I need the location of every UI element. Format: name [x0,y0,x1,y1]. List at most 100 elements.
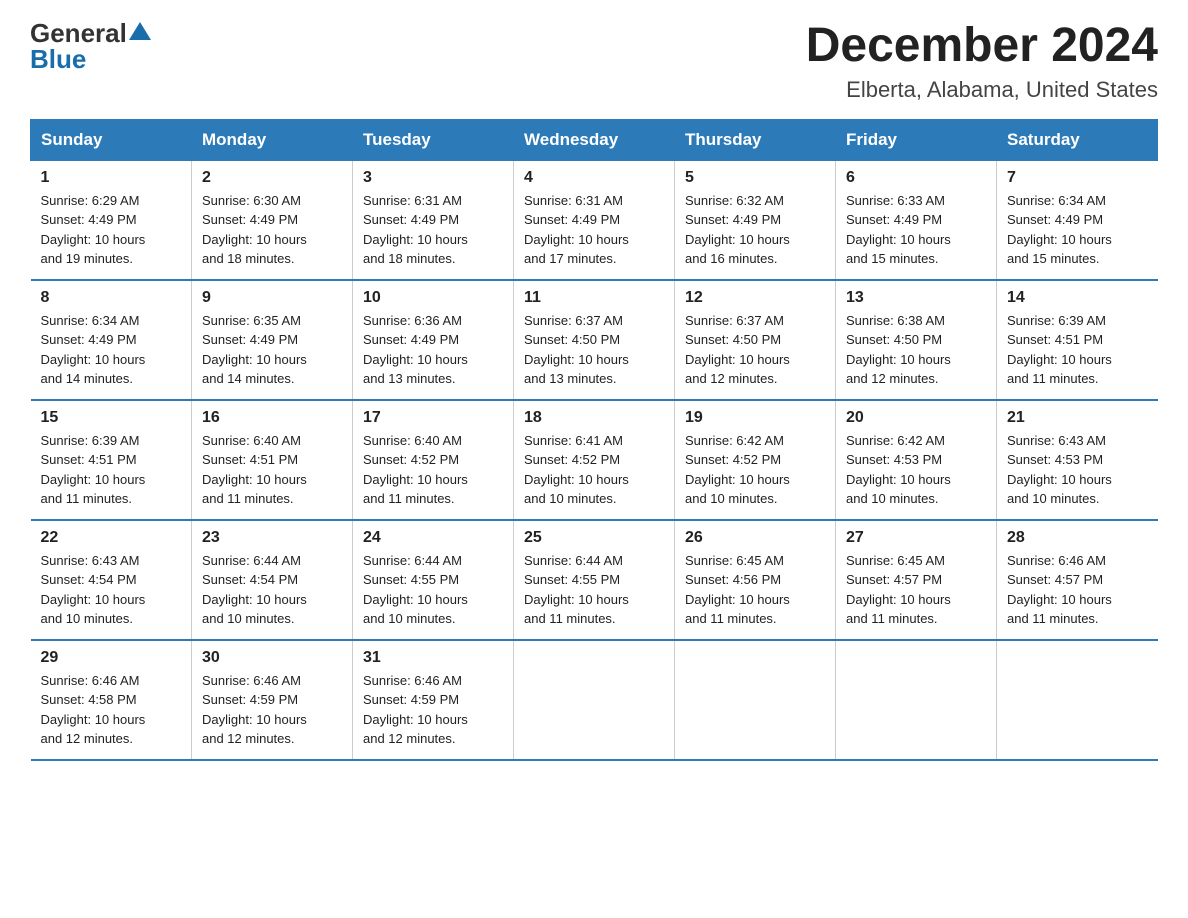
day-cell: 1Sunrise: 6:29 AMSunset: 4:49 PMDaylight… [31,160,192,280]
col-friday: Friday [836,119,997,160]
day-number: 4 [524,169,664,187]
day-cell: 30Sunrise: 6:46 AMSunset: 4:59 PMDayligh… [192,640,353,760]
calendar-body: 1Sunrise: 6:29 AMSunset: 4:49 PMDaylight… [31,160,1158,760]
day-info: Sunrise: 6:44 AMSunset: 4:55 PMDaylight:… [524,551,664,629]
day-cell: 2Sunrise: 6:30 AMSunset: 4:49 PMDaylight… [192,160,353,280]
day-info: Sunrise: 6:37 AMSunset: 4:50 PMDaylight:… [524,311,664,389]
day-info: Sunrise: 6:46 AMSunset: 4:57 PMDaylight:… [1007,551,1148,629]
calendar-header: Sunday Monday Tuesday Wednesday Thursday… [31,119,1158,160]
day-cell: 10 Sunrise: 6:36 AMSunset: 4:49 PMDayligh… [353,280,514,400]
col-thursday: Thursday [675,119,836,160]
day-cell: 8 Sunrise: 6:34 AMSunset: 4:49 PMDaylight… [31,280,192,400]
day-number: 14 [1007,289,1148,307]
day-cell: 16Sunrise: 6:40 AMSunset: 4:51 PMDayligh… [192,400,353,520]
day-number: 25 [524,529,664,547]
day-info: Sunrise: 6:44 AMSunset: 4:54 PMDaylight:… [202,551,342,629]
day-number: 10 [363,289,503,307]
day-number: 9 [202,289,342,307]
day-cell: 27 Sunrise: 6:45 AMSunset: 4:57 PMDayligh… [836,520,997,640]
day-number: 24 [363,529,503,547]
day-cell [675,640,836,760]
day-number: 19 [685,409,825,427]
day-info: Sunrise: 6:43 AMSunset: 4:54 PMDaylight:… [41,551,182,629]
day-cell: 23Sunrise: 6:44 AMSunset: 4:54 PMDayligh… [192,520,353,640]
page-header: General Blue December 2024 Elberta, Alab… [30,20,1158,103]
day-number: 20 [846,409,986,427]
day-number: 7 [1007,169,1148,187]
day-number: 22 [41,529,182,547]
day-info: Sunrise: 6:38 AMSunset: 4:50 PMDaylight:… [846,311,986,389]
day-number: 21 [1007,409,1148,427]
day-cell: 29Sunrise: 6:46 AMSunset: 4:58 PMDayligh… [31,640,192,760]
col-wednesday: Wednesday [514,119,675,160]
title-block: December 2024 Elberta, Alabama, United S… [806,20,1158,103]
day-number: 5 [685,169,825,187]
day-info: Sunrise: 6:29 AMSunset: 4:49 PMDaylight:… [41,191,182,269]
week-row-4: 22 Sunrise: 6:43 AMSunset: 4:54 PMDayligh… [31,520,1158,640]
day-cell: 15 Sunrise: 6:39 AMSunset: 4:51 PMDayligh… [31,400,192,520]
day-cell: 20 Sunrise: 6:42 AMSunset: 4:53 PMDayligh… [836,400,997,520]
day-cell: 17 Sunrise: 6:40 AMSunset: 4:52 PMDayligh… [353,400,514,520]
day-number: 13 [846,289,986,307]
day-cell: 9 Sunrise: 6:35 AMSunset: 4:49 PMDaylight… [192,280,353,400]
day-cell: 26Sunrise: 6:45 AMSunset: 4:56 PMDayligh… [675,520,836,640]
day-cell: 14 Sunrise: 6:39 AMSunset: 4:51 PMDayligh… [997,280,1158,400]
day-info: Sunrise: 6:40 AMSunset: 4:51 PMDaylight:… [202,431,342,509]
day-info: Sunrise: 6:42 AMSunset: 4:53 PMDaylight:… [846,431,986,509]
day-number: 31 [363,649,503,667]
week-row-3: 15 Sunrise: 6:39 AMSunset: 4:51 PMDayligh… [31,400,1158,520]
week-row-2: 8 Sunrise: 6:34 AMSunset: 4:49 PMDaylight… [31,280,1158,400]
day-number: 3 [363,169,503,187]
day-cell: 5 Sunrise: 6:32 AMSunset: 4:49 PMDaylight… [675,160,836,280]
day-info: Sunrise: 6:46 AMSunset: 4:58 PMDaylight:… [41,671,182,749]
day-cell: 7 Sunrise: 6:34 AMSunset: 4:49 PMDaylight… [997,160,1158,280]
day-number: 15 [41,409,182,427]
day-info: Sunrise: 6:40 AMSunset: 4:52 PMDaylight:… [363,431,503,509]
day-cell [836,640,997,760]
logo-triangle-icon [129,22,151,45]
day-cell: 13 Sunrise: 6:38 AMSunset: 4:50 PMDayligh… [836,280,997,400]
day-info: Sunrise: 6:35 AMSunset: 4:49 PMDaylight:… [202,311,342,389]
day-number: 8 [41,289,182,307]
day-number: 27 [846,529,986,547]
day-info: Sunrise: 6:46 AMSunset: 4:59 PMDaylight:… [202,671,342,749]
day-cell: 22 Sunrise: 6:43 AMSunset: 4:54 PMDayligh… [31,520,192,640]
day-info: Sunrise: 6:31 AMSunset: 4:49 PMDaylight:… [524,191,664,269]
day-info: Sunrise: 6:32 AMSunset: 4:49 PMDaylight:… [685,191,825,269]
day-info: Sunrise: 6:45 AMSunset: 4:56 PMDaylight:… [685,551,825,629]
col-saturday: Saturday [997,119,1158,160]
day-cell: 4 Sunrise: 6:31 AMSunset: 4:49 PMDaylight… [514,160,675,280]
calendar-title: December 2024 [806,20,1158,73]
day-info: Sunrise: 6:45 AMSunset: 4:57 PMDaylight:… [846,551,986,629]
day-info: Sunrise: 6:36 AMSunset: 4:49 PMDaylight:… [363,311,503,389]
day-cell [997,640,1158,760]
day-info: Sunrise: 6:34 AMSunset: 4:49 PMDaylight:… [41,311,182,389]
day-info: Sunrise: 6:43 AMSunset: 4:53 PMDaylight:… [1007,431,1148,509]
day-info: Sunrise: 6:39 AMSunset: 4:51 PMDaylight:… [41,431,182,509]
day-cell: 25 Sunrise: 6:44 AMSunset: 4:55 PMDayligh… [514,520,675,640]
calendar-subtitle: Elberta, Alabama, United States [806,77,1158,103]
day-cell: 18 Sunrise: 6:41 AMSunset: 4:52 PMDayligh… [514,400,675,520]
col-sunday: Sunday [31,119,192,160]
day-cell: 6 Sunrise: 6:33 AMSunset: 4:49 PMDaylight… [836,160,997,280]
day-number: 18 [524,409,664,427]
day-number: 28 [1007,529,1148,547]
day-info: Sunrise: 6:44 AMSunset: 4:55 PMDaylight:… [363,551,503,629]
col-tuesday: Tuesday [353,119,514,160]
day-info: Sunrise: 6:34 AMSunset: 4:49 PMDaylight:… [1007,191,1148,269]
day-info: Sunrise: 6:39 AMSunset: 4:51 PMDaylight:… [1007,311,1148,389]
day-cell: 31Sunrise: 6:46 AMSunset: 4:59 PMDayligh… [353,640,514,760]
day-info: Sunrise: 6:31 AMSunset: 4:49 PMDaylight:… [363,191,503,269]
day-cell: 28 Sunrise: 6:46 AMSunset: 4:57 PMDayligh… [997,520,1158,640]
day-number: 17 [363,409,503,427]
day-info: Sunrise: 6:37 AMSunset: 4:50 PMDaylight:… [685,311,825,389]
day-cell: 21 Sunrise: 6:43 AMSunset: 4:53 PMDayligh… [997,400,1158,520]
day-number: 11 [524,289,664,307]
day-number: 12 [685,289,825,307]
day-info: Sunrise: 6:41 AMSunset: 4:52 PMDaylight:… [524,431,664,509]
day-info: Sunrise: 6:33 AMSunset: 4:49 PMDaylight:… [846,191,986,269]
day-number: 2 [202,169,342,187]
logo: General Blue [30,20,151,72]
day-cell: 19Sunrise: 6:42 AMSunset: 4:52 PMDayligh… [675,400,836,520]
day-number: 6 [846,169,986,187]
